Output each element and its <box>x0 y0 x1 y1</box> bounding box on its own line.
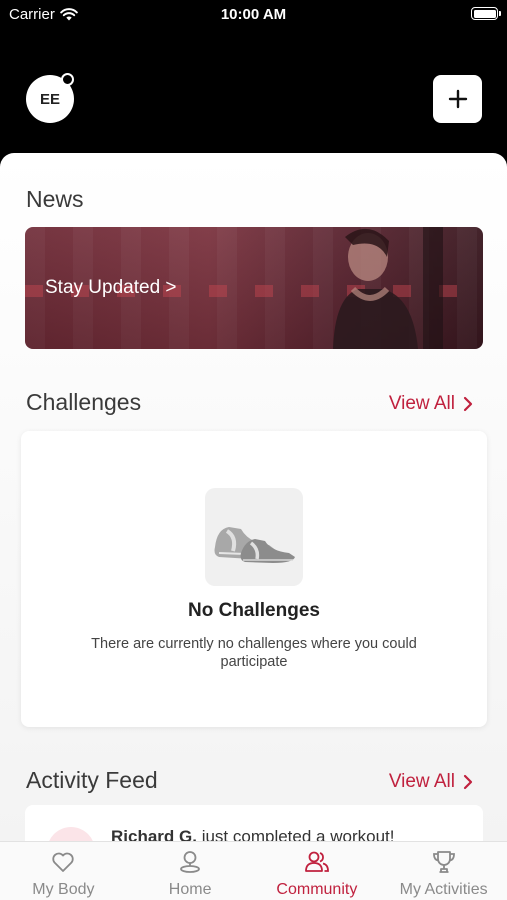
activity-feed-view-all-link[interactable]: View All <box>389 771 473 793</box>
heart-icon <box>52 852 75 872</box>
athlete-image <box>333 227 443 349</box>
activity-feed-title: Activity Feed <box>26 767 158 793</box>
tab-my-activities[interactable]: My Activities <box>380 842 507 900</box>
tab-my-body[interactable]: My Body <box>0 842 127 900</box>
plus-icon <box>448 89 467 109</box>
tab-label: My Activities <box>399 881 488 898</box>
chevron-right-icon <box>463 396 473 412</box>
tab-label: Home <box>168 881 212 898</box>
status-time: 10:00 AM <box>220 6 287 23</box>
tab-label: My Body <box>32 881 95 898</box>
status-bar: Carrier 10:00 AM <box>0 0 507 30</box>
banner-text: Stay Updated > <box>45 277 177 298</box>
location-pin-icon <box>180 851 201 873</box>
tab-home[interactable]: Home <box>127 842 254 900</box>
chevron-right-icon <box>463 774 473 790</box>
empty-icon-box <box>205 488 303 586</box>
challenges-empty-card: No Challenges There are currently no cha… <box>21 431 487 727</box>
users-icon <box>304 851 329 872</box>
avatar-initials: EE <box>39 90 60 108</box>
notification-dot <box>61 73 74 86</box>
feed-item[interactable]: Richard G. just completed a workout! <box>25 805 483 841</box>
tab-community[interactable]: Community <box>254 842 381 900</box>
view-all-label: View All <box>388 393 455 414</box>
tab-bar: My Body Home Community My Activities <box>0 841 507 900</box>
feed-message: just completed a workout! <box>201 827 395 841</box>
challenges-title: Challenges <box>26 389 142 415</box>
news-banner[interactable]: Stay Updated > <box>25 227 483 349</box>
sneaker-icon <box>214 527 295 563</box>
main-content[interactable]: News Stay Updated > Challenges View All <box>0 153 507 841</box>
news-title: News <box>26 186 84 212</box>
view-all-label: View All <box>388 771 455 792</box>
feed-text: Richard G. just completed a workout! <box>111 827 394 841</box>
add-button[interactable] <box>433 75 482 123</box>
empty-description: There are currently no challenges where … <box>91 636 417 670</box>
feed-avatar <box>47 827 95 841</box>
trophy-icon <box>432 851 455 873</box>
challenges-view-all-link[interactable]: View All <box>389 393 473 415</box>
battery-icon <box>471 7 501 20</box>
empty-title: No Challenges <box>188 600 320 621</box>
feed-user-name: Richard G. <box>111 827 197 841</box>
tab-label: Community <box>276 881 358 898</box>
